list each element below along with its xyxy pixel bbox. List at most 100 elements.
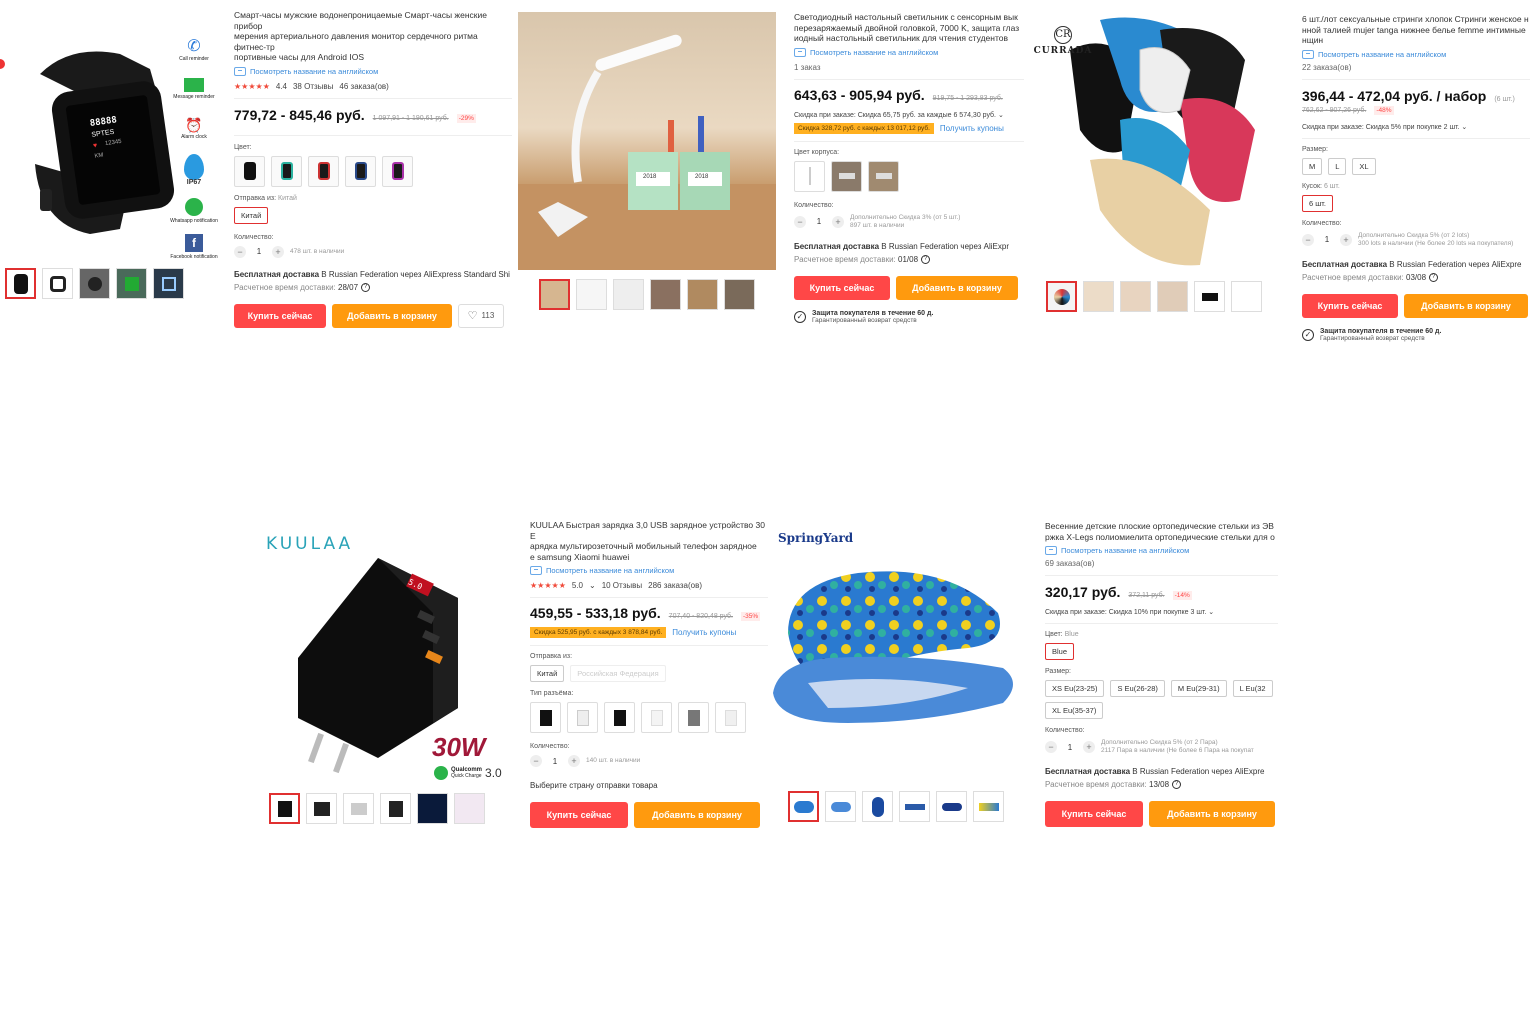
order-discount[interactable]: Скидка при заказе: Скидка 10% при покупк… <box>1045 608 1278 616</box>
thumbnail[interactable] <box>1194 281 1225 312</box>
color-option-white[interactable] <box>794 160 825 192</box>
plug-option-eu-black[interactable] <box>530 702 561 733</box>
quantity-value[interactable]: 1 <box>252 247 266 256</box>
piece-option-6[interactable]: 6 шт. <box>1302 194 1333 212</box>
size-option-m[interactable]: M Eu(29-31) <box>1170 680 1227 697</box>
thumbnail[interactable] <box>899 791 930 822</box>
quantity-value[interactable]: 1 <box>1320 235 1334 244</box>
thumbnail[interactable] <box>788 791 819 822</box>
thumbnail[interactable] <box>454 793 485 824</box>
thumbnail[interactable] <box>539 279 570 310</box>
size-option-xs[interactable]: XS Eu(23-25) <box>1045 680 1105 697</box>
size-option-xl[interactable]: XL Eu(35-37) <box>1045 702 1104 719</box>
plus-button[interactable]: + <box>832 215 844 228</box>
thumbnail[interactable] <box>576 279 607 310</box>
thumbnail[interactable] <box>343 793 374 824</box>
help-icon[interactable]: ? <box>361 282 371 292</box>
size-option-s[interactable]: S Eu(26-28) <box>1110 680 1165 697</box>
get-coupons-link[interactable]: Получить купоны <box>672 628 736 637</box>
add-to-cart-button[interactable]: Добавить в корзину <box>634 802 760 828</box>
thumbnail[interactable] <box>1120 281 1151 312</box>
thumbnail[interactable] <box>5 268 36 299</box>
old-price: 707,40 - 820,48 руб. <box>668 613 734 620</box>
thumbnail[interactable] <box>973 791 1004 822</box>
thumbnail[interactable] <box>724 279 755 310</box>
plus-button[interactable]: + <box>1083 741 1095 753</box>
ship-from-russia[interactable]: Российская Федерация <box>570 665 666 682</box>
buy-now-button[interactable]: Купить сейчас <box>1302 293 1398 318</box>
thumbnail[interactable] <box>116 268 147 299</box>
thumbnail[interactable] <box>1046 281 1077 312</box>
size-option-m[interactable]: M <box>1302 157 1323 175</box>
color-option-teal[interactable] <box>271 155 302 187</box>
ship-from-china[interactable]: Китай <box>530 665 565 682</box>
thumbnail[interactable] <box>1157 281 1188 312</box>
add-to-cart-button[interactable]: Добавить в корзину <box>332 303 452 328</box>
quantity-value[interactable]: 1 <box>548 757 562 766</box>
size-option-l[interactable]: L <box>1328 157 1347 175</box>
thumbnail[interactable] <box>650 279 681 310</box>
plug-option-uk-grey[interactable] <box>678 702 709 733</box>
color-option-lamp-3[interactable] <box>868 160 899 192</box>
add-to-cart-button[interactable]: Добавить в корзину <box>896 275 1018 300</box>
thumbnail[interactable] <box>613 279 644 310</box>
help-icon[interactable]: ? <box>1429 272 1439 282</box>
color-option-lamp-2[interactable] <box>831 160 862 192</box>
add-to-cart-button[interactable]: Добавить в корзину <box>1149 801 1275 828</box>
thumbnail[interactable] <box>825 791 856 822</box>
thumbnail[interactable] <box>79 268 110 299</box>
plus-button[interactable]: + <box>272 245 284 258</box>
plus-button[interactable]: + <box>1340 233 1352 246</box>
thumbnail[interactable] <box>1231 281 1262 312</box>
minus-button[interactable]: − <box>530 755 542 767</box>
thumbnail[interactable] <box>687 279 718 310</box>
buy-now-button[interactable]: Купить сейчас <box>234 303 326 328</box>
minus-button[interactable]: − <box>1302 233 1314 246</box>
buy-now-button[interactable]: Купить сейчас <box>794 275 890 300</box>
minus-button[interactable]: − <box>1045 741 1057 753</box>
plus-button[interactable]: + <box>568 755 580 767</box>
plug-option-us-black[interactable] <box>604 702 635 733</box>
thumbnail[interactable] <box>936 791 967 822</box>
color-option-red[interactable] <box>308 155 339 187</box>
quantity-value[interactable]: 1 <box>1063 743 1077 752</box>
help-icon[interactable]: ? <box>1172 780 1182 790</box>
english-title-link[interactable]: Посмотреть название на английском <box>794 47 1024 57</box>
reviews-link[interactable]: 38 Отзывы <box>293 82 333 91</box>
wishlist-button[interactable]: ♡ 113 <box>458 303 504 328</box>
color-option-black[interactable] <box>234 155 265 187</box>
thumbnail[interactable] <box>269 793 300 824</box>
order-discount[interactable]: Скидка при заказе: Скидка 65,75 руб. за … <box>794 111 1024 119</box>
thumbnail[interactable] <box>153 268 184 299</box>
plug-option-us-white[interactable] <box>641 702 672 733</box>
english-title-link[interactable]: Посмотреть название на английском <box>1045 546 1278 555</box>
color-option-purple[interactable] <box>382 155 413 187</box>
thumbnail[interactable] <box>380 793 411 824</box>
color-option-blue[interactable] <box>345 155 376 187</box>
plug-option-uk-white[interactable] <box>715 702 746 733</box>
color-option-blue[interactable]: Blue <box>1045 643 1075 660</box>
ship-from-china[interactable]: Китай <box>234 206 269 224</box>
orders-count: 22 заказа(ов) <box>1302 62 1352 72</box>
plug-option-eu-white[interactable] <box>567 702 598 733</box>
reviews-link[interactable]: 10 Отзывы <box>602 581 642 590</box>
thumbnail[interactable] <box>306 793 337 824</box>
size-option-xl[interactable]: XL <box>1352 157 1376 175</box>
english-title-link[interactable]: Посмотреть название на английском <box>530 566 768 575</box>
quantity-value[interactable]: 1 <box>812 217 826 226</box>
minus-button[interactable]: − <box>234 245 246 258</box>
buy-now-button[interactable]: Купить сейчас <box>530 802 628 828</box>
order-discount[interactable]: Скидка при заказе: Скидка 5% при покупке… <box>1302 123 1530 131</box>
thumbnail[interactable] <box>1083 281 1114 312</box>
add-to-cart-button[interactable]: Добавить в корзину <box>1404 293 1528 318</box>
help-icon[interactable]: ? <box>921 254 931 264</box>
english-title-link[interactable]: Посмотреть название на английском <box>234 66 512 76</box>
thumbnail[interactable] <box>42 268 73 299</box>
buy-now-button[interactable]: Купить сейчас <box>1045 801 1143 828</box>
size-option-l[interactable]: L Eu(32 <box>1232 680 1273 697</box>
minus-button[interactable]: − <box>794 215 806 228</box>
english-title-link[interactable]: Посмотреть название на английском <box>1302 49 1530 59</box>
get-coupons-link[interactable]: Получить купоны <box>940 124 1004 133</box>
thumbnail[interactable] <box>417 793 448 824</box>
thumbnail[interactable] <box>862 791 893 822</box>
